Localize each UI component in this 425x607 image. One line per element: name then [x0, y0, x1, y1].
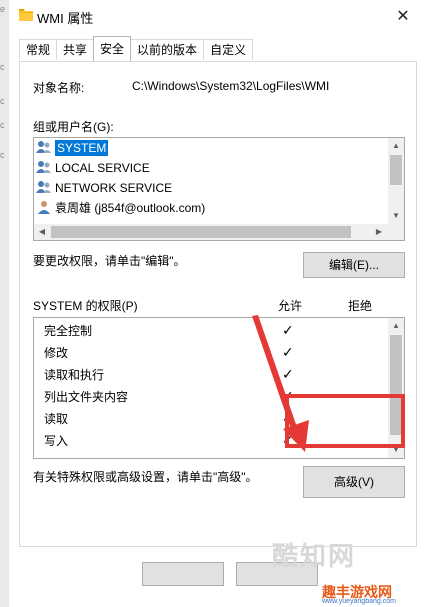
strip-mark: c: [0, 62, 5, 72]
strip-mark: c: [0, 120, 5, 130]
strip-mark: e: [0, 4, 6, 14]
annotation-arrow: [252, 315, 309, 452]
watermark-url: www.yueyangbang.com: [322, 598, 396, 605]
tab-security[interactable]: 安全: [93, 36, 132, 61]
properties-dialog: WMI 属性 ✕ 常规 共享 安全 以前的版本 自定义 对象名称: C:\Win…: [9, 0, 425, 607]
strip-mark: c: [0, 150, 5, 160]
ok-button[interactable]: [142, 562, 224, 586]
watermark-brand: 酷知网: [272, 541, 357, 571]
strip-mark: c: [0, 96, 5, 106]
